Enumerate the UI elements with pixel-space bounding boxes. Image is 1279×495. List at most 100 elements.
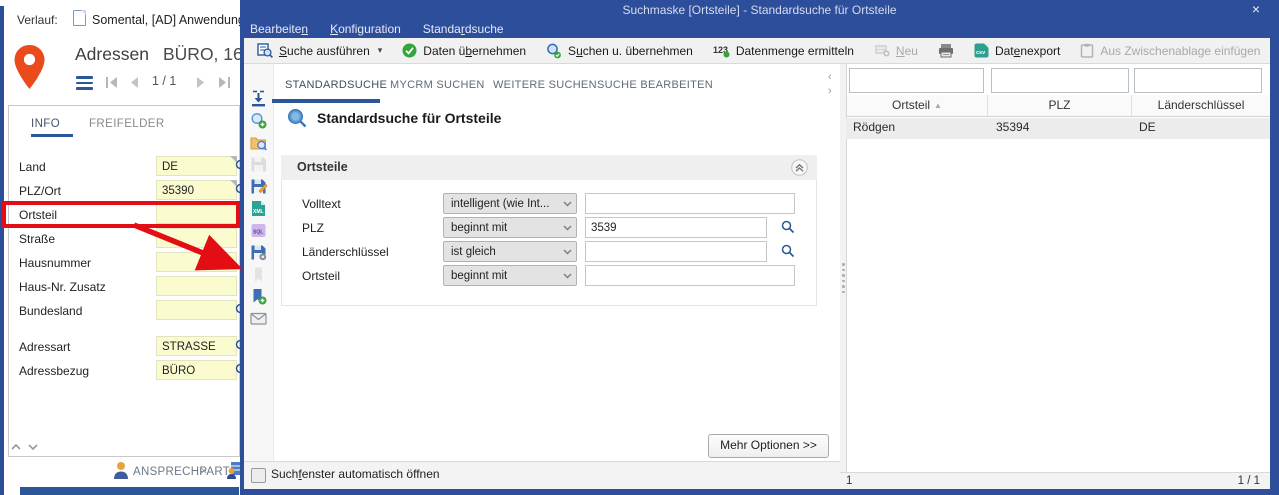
criteria-input-plz[interactable] <box>585 217 767 238</box>
filter-input-laenderschluessel[interactable] <box>1134 68 1262 93</box>
field-label-hausnummer: Hausnummer <box>19 256 92 270</box>
record-position: 1 / 1 <box>152 74 177 88</box>
svg-text:csv: csv <box>976 50 986 56</box>
menu-bearbeiten[interactable]: Bearbeiten <box>250 22 308 36</box>
apply-data-button[interactable]: Daten übernehmen <box>394 43 534 58</box>
save-search-icon-disabled[interactable] <box>250 156 267 173</box>
operator-select-ortsteil[interactable]: beginnt mit <box>443 265 577 286</box>
column-header-laenderschluessel[interactable]: Länderschlüssel <box>1132 95 1270 117</box>
collapse-group-icon[interactable] <box>791 159 808 176</box>
dialog-border <box>240 489 1279 495</box>
green-check-icon <box>402 43 417 58</box>
filter-input-plz[interactable] <box>991 68 1129 93</box>
field-label-haus-nr-zusatz: Haus-Nr. Zusatz <box>19 280 106 294</box>
field-adressbezug[interactable]: BÜRO <box>156 360 237 380</box>
next-record-icon[interactable] <box>196 77 205 88</box>
group-title: Ortsteile <box>297 160 348 174</box>
column-header-plz[interactable]: PLZ <box>988 95 1132 117</box>
previous-record-icon[interactable] <box>130 77 139 88</box>
new-search-icon[interactable] <box>250 112 267 129</box>
load-search-icon[interactable] <box>250 90 267 107</box>
field-adressart[interactable]: STRASSE <box>156 336 237 356</box>
dialog-border <box>1270 38 1279 489</box>
criteria-input-volltext[interactable] <box>585 193 795 214</box>
save-search-as-icon[interactable] <box>250 178 267 195</box>
history-label: Verlauf: <box>17 13 58 27</box>
close-tab-icon[interactable]: × <box>200 463 208 478</box>
open-search-icon[interactable] <box>250 134 267 151</box>
result-count: 1 <box>846 475 853 487</box>
tab-scroll-left-icon[interactable]: ‹ <box>828 71 832 83</box>
lookup-icon[interactable] <box>781 220 795 234</box>
clipboard-icon <box>1081 43 1094 58</box>
menu-konfiguration[interactable]: Konfiguration <box>330 22 401 36</box>
table-row[interactable] <box>846 118 1270 139</box>
history-dropdown[interactable]: Somental, [AD] Anwendung. <box>92 13 248 27</box>
scroll-up-icon[interactable] <box>10 442 22 452</box>
field-plz-ort[interactable]: 35390 <box>156 180 237 200</box>
operator-select-volltext[interactable]: intelligent (wie Int... <box>443 193 577 214</box>
splitter-grip[interactable] <box>842 263 845 293</box>
cell-laenderschluessel: DE <box>1139 120 1156 134</box>
csv-export-icon: csv <box>974 43 989 58</box>
criteria-input-ortsteil[interactable] <box>585 265 795 286</box>
close-icon[interactable]: × <box>1246 1 1266 17</box>
dialog-title: Suchmaske [Ortsteile] - Standardsuche fü… <box>622 3 897 17</box>
operator-select-plz[interactable]: beginnt mit <box>443 217 577 238</box>
field-label-plz-ort: PLZ/Ort <box>19 184 62 198</box>
page-title: Adressen <box>75 44 149 64</box>
tab-mycrm-suchen[interactable]: MYCRM SUCHEN <box>390 79 485 91</box>
menu-standardsuche[interactable]: Standardsuche <box>423 22 504 36</box>
menu-icon[interactable] <box>76 76 93 93</box>
lookup-icon[interactable] <box>781 244 795 258</box>
tab-scroll-right-icon[interactable]: › <box>828 85 832 97</box>
search-table-icon <box>257 43 273 58</box>
search-check-icon <box>547 43 561 58</box>
criteria-label-laenderschluessel: Länderschlüssel <box>302 245 389 259</box>
new-record-icon <box>874 45 890 57</box>
cell-plz: 35394 <box>996 120 1030 134</box>
data-export-button[interactable]: csv Datenexport <box>966 43 1068 58</box>
scroll-down-icon[interactable] <box>27 442 39 452</box>
page-indicator: 1 / 1 <box>1237 475 1260 487</box>
more-options-button[interactable]: Mehr Optionen >> <box>708 434 829 458</box>
paste-from-clipboard-button[interactable]: Aus Zwischenablage einfügen <box>1072 43 1268 58</box>
menubar: Bearbeiten Konfiguration Standardsuche <box>240 20 1279 38</box>
tab-freifelder[interactable]: FREIFELDER <box>89 118 165 130</box>
email-icon[interactable] <box>250 310 267 327</box>
search-and-apply-button[interactable]: Suchen u. übernehmen <box>538 43 701 59</box>
app-window-border <box>0 6 4 495</box>
filter-input-ortsteil[interactable] <box>849 68 984 93</box>
dialog-heading: Standardsuche für Ortsteile <box>317 110 502 126</box>
tab-weitere-suchen[interactable]: WEITERE SUCHEN <box>493 79 597 91</box>
location-pin-icon <box>14 45 45 89</box>
auto-open-checkbox[interactable] <box>251 468 266 483</box>
first-record-icon[interactable] <box>106 77 118 88</box>
field-bundesland[interactable] <box>156 300 237 320</box>
execute-search-button[interactable]: Suche ausführen ▾ <box>249 43 390 58</box>
screen: Verlauf: Somental, [AD] Anwendung. Adres… <box>0 0 1279 495</box>
tab-standardsuche[interactable]: STANDARDSUCHE <box>285 79 387 91</box>
search-heading-icon <box>287 108 307 128</box>
criteria-input-laenderschluessel[interactable] <box>585 241 767 262</box>
active-bottom-tab-indicator <box>20 487 239 495</box>
active-tab-indicator <box>31 134 73 137</box>
field-label-bundesland: Bundesland <box>19 304 83 318</box>
operator-select-laenderschluessel[interactable]: ist gleich <box>443 241 577 262</box>
field-land[interactable]: DE <box>156 156 237 176</box>
column-header-ortsteil[interactable]: Ortsteil ▲ <box>847 95 988 117</box>
auto-open-checkbox-label: Suchfenster automatisch öffnen <box>271 467 440 481</box>
criteria-label-volltext: Volltext <box>302 197 341 211</box>
last-record-icon[interactable] <box>218 77 230 88</box>
new-button[interactable]: Neu <box>866 44 926 58</box>
add-bookmark-icon[interactable] <box>250 288 267 305</box>
count-records-button[interactable]: 123 Datenmenge ermitteln <box>705 44 862 58</box>
tab-suche-bearbeiten[interactable]: SUCHE BEARBEITEN <box>597 79 713 91</box>
print-button[interactable] <box>930 43 962 58</box>
dropdown-caret-icon[interactable]: ▾ <box>378 45 383 56</box>
sort-ascending-icon: ▲ <box>934 101 942 110</box>
contact-person-icon <box>114 462 128 479</box>
printer-icon <box>938 44 953 58</box>
tab-info[interactable]: INFO <box>31 118 60 130</box>
cell-ortsteil: Rödgen <box>853 120 896 134</box>
